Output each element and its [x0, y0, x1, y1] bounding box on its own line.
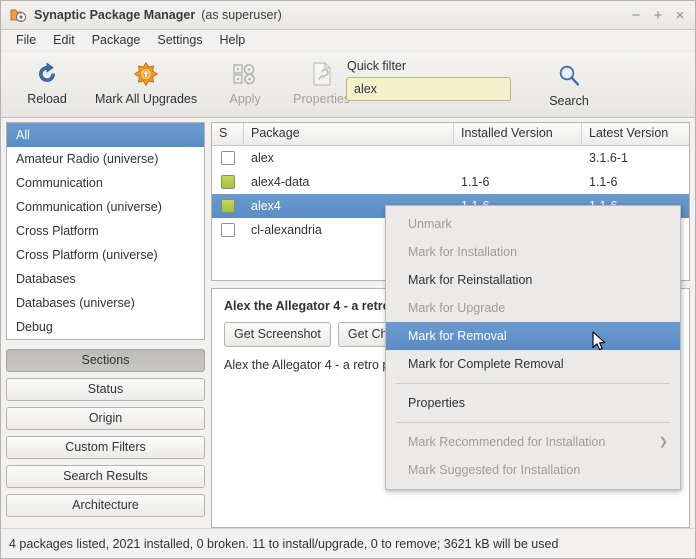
checkbox-unchecked-icon[interactable] [221, 151, 235, 165]
context-menu-separator [396, 422, 670, 423]
close-button[interactable]: × [669, 4, 691, 26]
row-status-cell[interactable] [212, 223, 244, 237]
window-title-suffix: (as superuser) [201, 8, 282, 22]
context-menu-item-mark-suggested-for-installation[interactable]: Mark Suggested for Installation [386, 456, 680, 484]
quick-filter-group: Quick filter [346, 59, 511, 101]
properties-label: Properties [293, 92, 351, 106]
package-context-menu: Unmark Mark for Installation Mark for Re… [385, 205, 681, 490]
mark-all-upgrades-label: Mark All Upgrades [95, 92, 198, 106]
synaptic-window: Synaptic Package Manager (as superuser) … [0, 0, 696, 559]
table-row[interactable]: alex 3.1.6-1 [212, 146, 689, 170]
filter-custom-filters[interactable]: Custom Filters [6, 436, 205, 459]
category-cross-platform-universe[interactable]: Cross Platform (universe) [7, 243, 204, 267]
column-header-status[interactable]: S [212, 123, 244, 145]
filter-architecture[interactable]: Architecture [6, 494, 205, 517]
context-menu-item-label: Mark Suggested for Installation [408, 463, 581, 477]
row-latest-version: 1.1-6 [589, 175, 618, 189]
category-communication[interactable]: Communication [7, 171, 204, 195]
menubar: File Edit Package Settings Help [1, 30, 695, 52]
context-menu-item-label: Mark for Upgrade [408, 301, 506, 315]
category-databases-universe[interactable]: Databases (universe) [7, 291, 204, 315]
category-cross-platform[interactable]: Cross Platform [7, 219, 204, 243]
quick-filter-label: Quick filter [347, 59, 407, 73]
search-label: Search [549, 94, 589, 108]
column-header-latest-version[interactable]: Latest Version [582, 123, 689, 145]
checkbox-installed-icon[interactable] [221, 199, 235, 213]
category-databases[interactable]: Databases [7, 267, 204, 291]
filter-search-results[interactable]: Search Results [6, 465, 205, 488]
quick-filter-input[interactable] [346, 77, 511, 101]
context-menu-item-properties[interactable]: Properties [386, 389, 680, 417]
row-latest-version: 3.1.6-1 [589, 151, 628, 165]
mark-all-upgrades-button[interactable]: Mark All Upgrades [85, 57, 207, 106]
filter-status[interactable]: Status [6, 378, 205, 401]
row-status-cell[interactable] [212, 199, 244, 213]
search-icon [553, 61, 585, 91]
filter-origin[interactable]: Origin [6, 407, 205, 430]
checkbox-installed-icon[interactable] [221, 175, 235, 189]
filter-buttons: Sections Status Origin Custom Filters Se… [6, 349, 205, 517]
context-menu-item-label: Mark for Removal [408, 329, 507, 343]
statusbar: 4 packages listed, 2021 installed, 0 bro… [1, 528, 695, 558]
row-package-name: alex4-data [251, 175, 310, 189]
context-menu-item-label: Unmark [408, 217, 452, 231]
menu-edit[interactable]: Edit [45, 31, 84, 50]
reload-icon [31, 59, 63, 89]
category-debug[interactable]: Debug [7, 315, 204, 339]
search-button[interactable]: Search [531, 59, 607, 108]
titlebar: Synaptic Package Manager (as superuser) … [1, 1, 695, 30]
minimize-button[interactable]: − [625, 4, 647, 26]
column-header-package[interactable]: Package [244, 123, 454, 145]
menu-settings[interactable]: Settings [149, 31, 211, 50]
category-list[interactable]: All Amateur Radio (universe) Communicati… [6, 122, 205, 340]
context-menu-item-mark-for-reinstallation[interactable]: Mark for Reinstallation [386, 266, 680, 294]
row-status-cell[interactable] [212, 175, 244, 189]
toolbar: Reload Mark All Upgrades Apply Propertie… [1, 52, 695, 118]
chevron-right-icon: ❯ [658, 436, 668, 448]
context-menu-item-label: Mark for Reinstallation [408, 273, 533, 287]
filter-sections[interactable]: Sections [6, 349, 205, 372]
context-menu-item-label: Mark Recommended for Installation [408, 435, 606, 449]
upgrades-icon [130, 59, 162, 89]
category-amateur-radio-universe[interactable]: Amateur Radio (universe) [7, 147, 204, 171]
context-menu-item-label: Properties [408, 396, 465, 410]
apply-button[interactable]: Apply [207, 57, 283, 106]
left-pane: All Amateur Radio (universe) Communicati… [6, 122, 205, 528]
context-menu-item-mark-for-installation[interactable]: Mark for Installation [386, 238, 680, 266]
category-communication-universe[interactable]: Communication (universe) [7, 195, 204, 219]
context-menu-item-unmark[interactable]: Unmark [386, 210, 680, 238]
menu-file[interactable]: File [8, 31, 45, 50]
package-manager-icon [9, 6, 27, 24]
reload-button[interactable]: Reload [9, 57, 85, 106]
context-menu-separator [396, 383, 670, 384]
menu-help[interactable]: Help [212, 31, 255, 50]
checkbox-unchecked-icon[interactable] [221, 223, 235, 237]
context-menu-item-mark-recommended-for-installation[interactable]: Mark Recommended for Installation ❯ [386, 428, 680, 456]
column-header-installed-version[interactable]: Installed Version [454, 123, 582, 145]
context-menu-item-label: Mark for Complete Removal [408, 357, 564, 371]
window-title: Synaptic Package Manager [34, 8, 196, 22]
row-package-name: alex [251, 151, 274, 165]
statusbar-text: 4 packages listed, 2021 installed, 0 bro… [9, 536, 559, 551]
table-row[interactable]: alex4-data 1.1-6 1.1-6 [212, 170, 689, 194]
package-list-header: S Package Installed Version Latest Versi… [212, 123, 689, 146]
row-status-cell[interactable] [212, 151, 244, 165]
category-all[interactable]: All [7, 123, 204, 147]
properties-icon [306, 59, 338, 89]
row-installed-version: 1.1-6 [461, 175, 490, 189]
apply-icon [229, 59, 261, 89]
get-screenshot-button[interactable]: Get Screenshot [224, 322, 331, 347]
context-menu-item-mark-for-upgrade[interactable]: Mark for Upgrade [386, 294, 680, 322]
maximize-button[interactable]: + [647, 4, 669, 26]
context-menu-item-mark-for-removal[interactable]: Mark for Removal [386, 322, 680, 350]
reload-label: Reload [27, 92, 67, 106]
context-menu-item-mark-for-complete-removal[interactable]: Mark for Complete Removal [386, 350, 680, 378]
apply-label: Apply [229, 92, 261, 106]
context-menu-item-label: Mark for Installation [408, 245, 518, 259]
menu-package[interactable]: Package [84, 31, 150, 50]
